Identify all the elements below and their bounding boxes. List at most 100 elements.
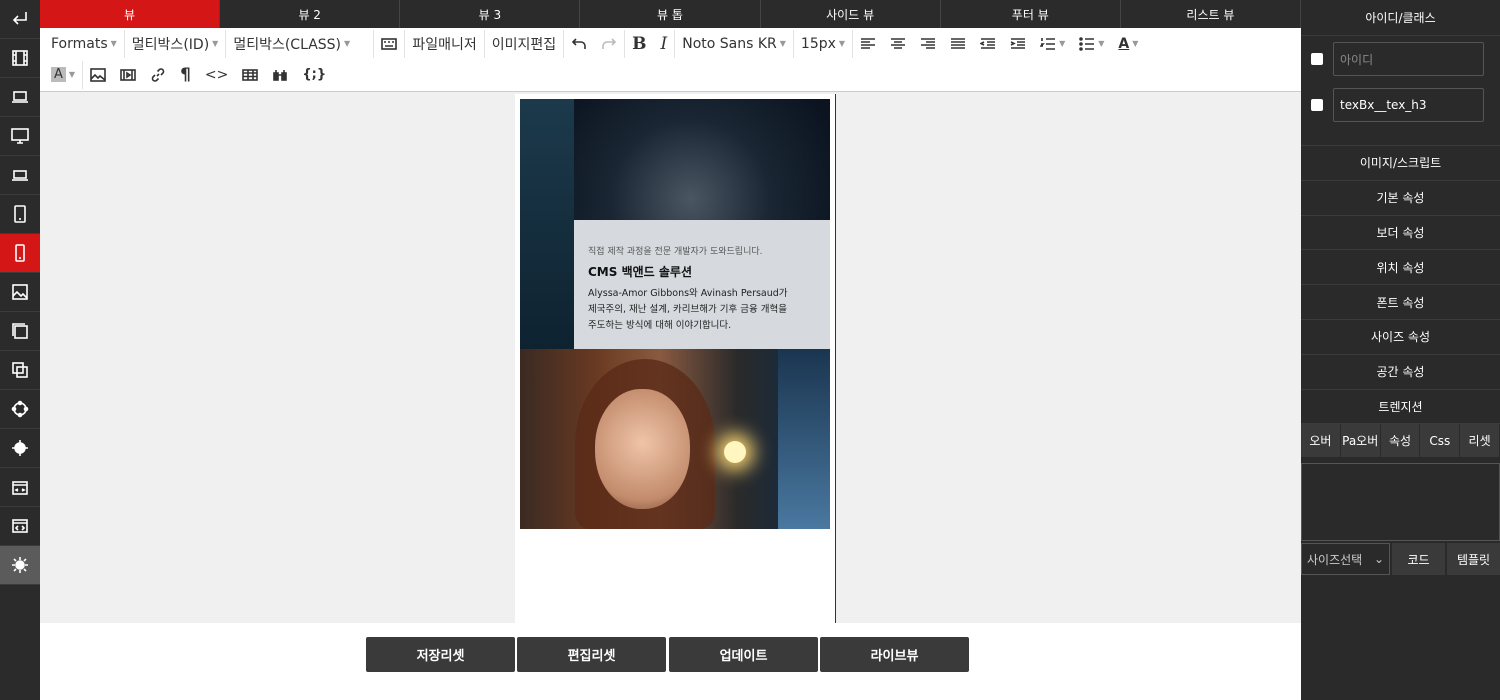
portrait-light bbox=[724, 441, 746, 463]
code-button[interactable]: <> bbox=[198, 61, 235, 89]
section-border[interactable]: 보더 속성 bbox=[1301, 216, 1500, 251]
image-edit-button[interactable]: 이미지편집 bbox=[485, 29, 565, 58]
save-reset-button[interactable]: 저장리셋 bbox=[366, 637, 515, 672]
bold-button[interactable]: B bbox=[625, 30, 653, 58]
nodes-icon[interactable] bbox=[0, 390, 40, 429]
chevron-down-icon: ▼ bbox=[1132, 39, 1139, 48]
tab-view-3[interactable]: 뷰 3 bbox=[400, 0, 581, 28]
keyboard-icon[interactable] bbox=[374, 29, 406, 58]
italic-button[interactable]: I bbox=[654, 29, 676, 58]
insert-image-icon[interactable] bbox=[83, 61, 113, 89]
align-left-icon[interactable] bbox=[853, 30, 883, 58]
insert-video-icon[interactable] bbox=[113, 61, 143, 89]
multibox-class-dropdown[interactable]: 멀티박스(CLASS) ▼ bbox=[226, 29, 375, 58]
settings-icon[interactable] bbox=[0, 546, 40, 585]
page-icon[interactable] bbox=[0, 312, 40, 351]
source-code-button[interactable]: {;} bbox=[295, 61, 333, 89]
gear-badge-icon[interactable] bbox=[0, 429, 40, 468]
tab-view[interactable]: 뷰 bbox=[40, 0, 221, 28]
portrait-planet bbox=[778, 349, 830, 529]
binoculars-icon[interactable] bbox=[265, 61, 295, 89]
chevron-down-icon: ▼ bbox=[68, 70, 76, 79]
sub-tab-reset[interactable]: 리셋 bbox=[1460, 424, 1500, 458]
section-position[interactable]: 위치 속성 bbox=[1301, 250, 1500, 286]
sub-tab-property[interactable]: 속성 bbox=[1380, 424, 1421, 458]
text-card[interactable]: 직접 제작 과정을 전문 개발자가 도와드립니다. CMS 백앤드 솔루션 Al… bbox=[574, 220, 830, 349]
section-font[interactable]: 폰트 속성 bbox=[1301, 285, 1500, 320]
laptop-small-icon[interactable] bbox=[0, 156, 40, 195]
align-right-icon[interactable] bbox=[913, 30, 943, 58]
image-strip bbox=[520, 99, 574, 349]
template-button[interactable]: 템플릿 bbox=[1445, 543, 1500, 576]
desktop-icon[interactable] bbox=[0, 117, 40, 156]
editor-toolbar: Formats ▼ 멀티박스(ID) ▼ 멀티박스(CLASS) ▼ 파일매니저 이미… bbox=[40, 28, 1301, 92]
panel-divider bbox=[1301, 128, 1500, 146]
link-icon[interactable] bbox=[143, 61, 173, 89]
sub-tabs: 오버 Pa오버 속성 Css 리셋 bbox=[1301, 424, 1500, 458]
panel-footer: 사이즈선택 ⌄ 코드 템플릿 bbox=[1301, 543, 1500, 576]
tab-view-2[interactable]: 뷰 2 bbox=[220, 0, 401, 28]
section-image-script[interactable]: 이미지/스크립트 bbox=[1301, 146, 1500, 181]
bg-color-button[interactable]: A ▼ bbox=[44, 60, 84, 89]
chevron-down-icon: ⌄ bbox=[1373, 552, 1384, 567]
code-window-icon[interactable] bbox=[0, 507, 40, 546]
id-checkbox[interactable] bbox=[1311, 53, 1323, 65]
paragraph-button[interactable]: ¶ bbox=[173, 61, 198, 89]
card-body: Alyssa-Amor Gibbons와 Avinash Persaud가 제국… bbox=[588, 286, 816, 334]
bullet-list-icon[interactable]: ▼ bbox=[1072, 30, 1111, 58]
sub-tab-css[interactable]: Css bbox=[1420, 424, 1461, 458]
tablet-icon[interactable] bbox=[0, 195, 40, 234]
align-center-icon[interactable] bbox=[883, 30, 913, 58]
sub-tab-over[interactable]: 오버 bbox=[1301, 424, 1341, 458]
section-size[interactable]: 사이즈 속성 bbox=[1301, 320, 1500, 355]
update-button[interactable]: 업데이트 bbox=[669, 637, 818, 672]
space-image[interactable]: 직접 제작 과정을 전문 개발자가 도와드립니다. CMS 백앤드 솔루션 Al… bbox=[520, 99, 830, 349]
card-body-line: 제국주의, 재난 설계, 카리브해가 기후 금융 개혁을 bbox=[588, 304, 787, 315]
bg-color-label: A bbox=[51, 67, 66, 82]
css-textarea[interactable] bbox=[1301, 463, 1500, 542]
id-input[interactable]: 아이디 bbox=[1333, 42, 1484, 76]
edit-reset-button[interactable]: 편집리셋 bbox=[517, 637, 666, 672]
film-code-icon[interactable] bbox=[0, 468, 40, 507]
font-family-dropdown[interactable]: Noto Sans KR ▼ bbox=[675, 29, 794, 58]
section-space[interactable]: 공간 속성 bbox=[1301, 355, 1500, 390]
portrait-image[interactable] bbox=[520, 349, 830, 529]
outdent-icon[interactable] bbox=[973, 30, 1003, 58]
tab-view-top[interactable]: 뷰 톱 bbox=[580, 0, 761, 28]
enter-icon[interactable] bbox=[0, 0, 40, 39]
align-justify-icon[interactable] bbox=[943, 30, 973, 58]
left-sidebar bbox=[0, 0, 40, 700]
undo-icon[interactable] bbox=[564, 30, 594, 58]
mobile-canvas[interactable]: 직접 제작 과정을 전문 개발자가 도와드립니다. CMS 백앤드 솔루션 Al… bbox=[515, 94, 836, 623]
film-icon[interactable] bbox=[0, 39, 40, 78]
copy-icon[interactable] bbox=[0, 351, 40, 390]
tab-footer-view[interactable]: 푸터 뷰 bbox=[941, 0, 1121, 28]
font-size-dropdown[interactable]: 15px ▼ bbox=[794, 29, 854, 58]
formats-dropdown[interactable]: Formats ▼ bbox=[44, 29, 125, 58]
indent-icon[interactable] bbox=[1003, 30, 1033, 58]
tab-side-view[interactable]: 사이드 뷰 bbox=[761, 0, 941, 28]
file-manager-button[interactable]: 파일매니저 bbox=[405, 29, 485, 58]
text-color-button[interactable]: A ▼ bbox=[1111, 30, 1145, 58]
chevron-down-icon: ▼ bbox=[344, 39, 351, 48]
multibox-id-dropdown[interactable]: 멀티박스(ID) ▼ bbox=[125, 29, 227, 58]
table-icon[interactable] bbox=[235, 61, 265, 89]
tab-list-view[interactable]: 리스트 뷰 bbox=[1121, 0, 1301, 28]
size-select-label: 사이즈선택 bbox=[1307, 552, 1363, 567]
size-select[interactable]: 사이즈선택 ⌄ bbox=[1301, 543, 1390, 576]
card-subtitle: 직접 제작 과정을 전문 개발자가 도와드립니다. bbox=[588, 247, 763, 257]
class-input[interactable]: texBx__tex_h3 bbox=[1333, 88, 1484, 122]
sub-tab-pa-over[interactable]: Pa오버 bbox=[1340, 424, 1381, 458]
class-checkbox[interactable] bbox=[1311, 99, 1323, 111]
formats-label: Formats bbox=[51, 35, 108, 52]
live-view-button[interactable]: 라이브뷰 bbox=[820, 637, 969, 672]
card-body-line: Alyssa-Amor Gibbons와 Avinash Persaud가 bbox=[588, 288, 788, 299]
code-panel-button[interactable]: 코드 bbox=[1390, 543, 1445, 576]
numbered-list-icon[interactable]: ▼ bbox=[1033, 30, 1072, 58]
section-basic[interactable]: 기본 속성 bbox=[1301, 181, 1500, 216]
mobile-icon[interactable] bbox=[0, 234, 40, 273]
section-transition[interactable]: 트렌지션 bbox=[1301, 390, 1500, 425]
image-icon[interactable] bbox=[0, 273, 40, 312]
laptop-icon[interactable] bbox=[0, 78, 40, 117]
redo-icon[interactable] bbox=[594, 29, 626, 58]
